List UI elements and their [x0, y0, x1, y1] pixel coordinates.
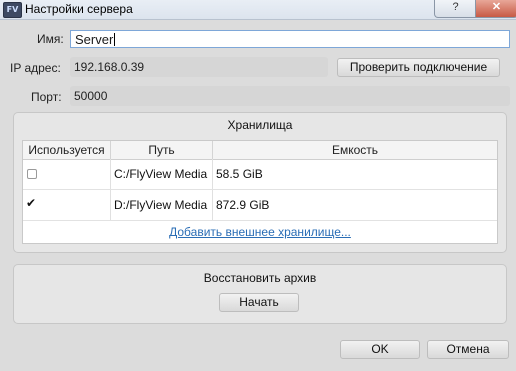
table-header: Используется Путь Емкость: [23, 141, 497, 160]
name-label: Имя:: [37, 32, 64, 46]
add-external-storage-link[interactable]: Добавить внешнее хранилище...: [23, 225, 497, 239]
table-row[interactable]: C:/FlyView Media 58.5 GiB: [23, 159, 497, 190]
app-icon: FV: [3, 2, 22, 18]
check-connection-button[interactable]: Проверить подключение: [337, 58, 500, 77]
window-title: Настройки сервера: [25, 2, 133, 16]
close-icon: ✕: [491, 1, 502, 13]
column-header-path[interactable]: Путь: [111, 141, 213, 159]
storage-title: Хранилища: [227, 118, 293, 132]
ip-address-value: 192.168.0.39: [74, 60, 145, 74]
ip-address-field: 192.168.0.39: [70, 57, 328, 77]
storage-table: Используется Путь Емкость C:/FlyView Med…: [22, 140, 498, 244]
title-bar: FV Настройки сервера ? ✕: [0, 0, 516, 20]
path-cell: C:/FlyView Media: [111, 159, 213, 189]
name-input-value: Server: [75, 32, 114, 47]
port-label: Порт:: [31, 90, 62, 104]
column-header-used[interactable]: Используется: [23, 141, 111, 159]
start-button[interactable]: Начать: [219, 293, 299, 312]
used-cell: [23, 159, 111, 189]
table-row[interactable]: ✔ D:/FlyView Media 872.9 GiB: [23, 190, 497, 221]
text-caret: [114, 33, 116, 46]
help-button[interactable]: ?: [434, 0, 477, 18]
help-icon: ?: [452, 1, 459, 13]
column-header-capacity[interactable]: Емкость: [213, 141, 497, 159]
checkmark-icon[interactable]: ✔: [26, 196, 36, 210]
path-cell: D:/FlyView Media: [111, 190, 213, 220]
used-checkbox[interactable]: [27, 169, 37, 179]
port-value: 50000: [74, 89, 108, 103]
capacity-cell: 872.9 GiB: [216, 198, 270, 212]
cancel-button[interactable]: Отмена: [427, 340, 509, 359]
port-field: 50000: [70, 86, 510, 106]
ip-label: IP адрес:: [10, 61, 61, 75]
close-button[interactable]: ✕: [475, 0, 516, 18]
ok-button[interactable]: OK: [340, 340, 420, 359]
capacity-cell: 58.5 GiB: [216, 167, 263, 181]
server-settings-dialog: FV Настройки сервера ? ✕ Имя: Server IP …: [0, 0, 516, 371]
name-input[interactable]: Server: [70, 30, 510, 48]
restore-archive-title: Восстановить архив: [203, 271, 317, 285]
used-cell: ✔: [23, 190, 111, 220]
